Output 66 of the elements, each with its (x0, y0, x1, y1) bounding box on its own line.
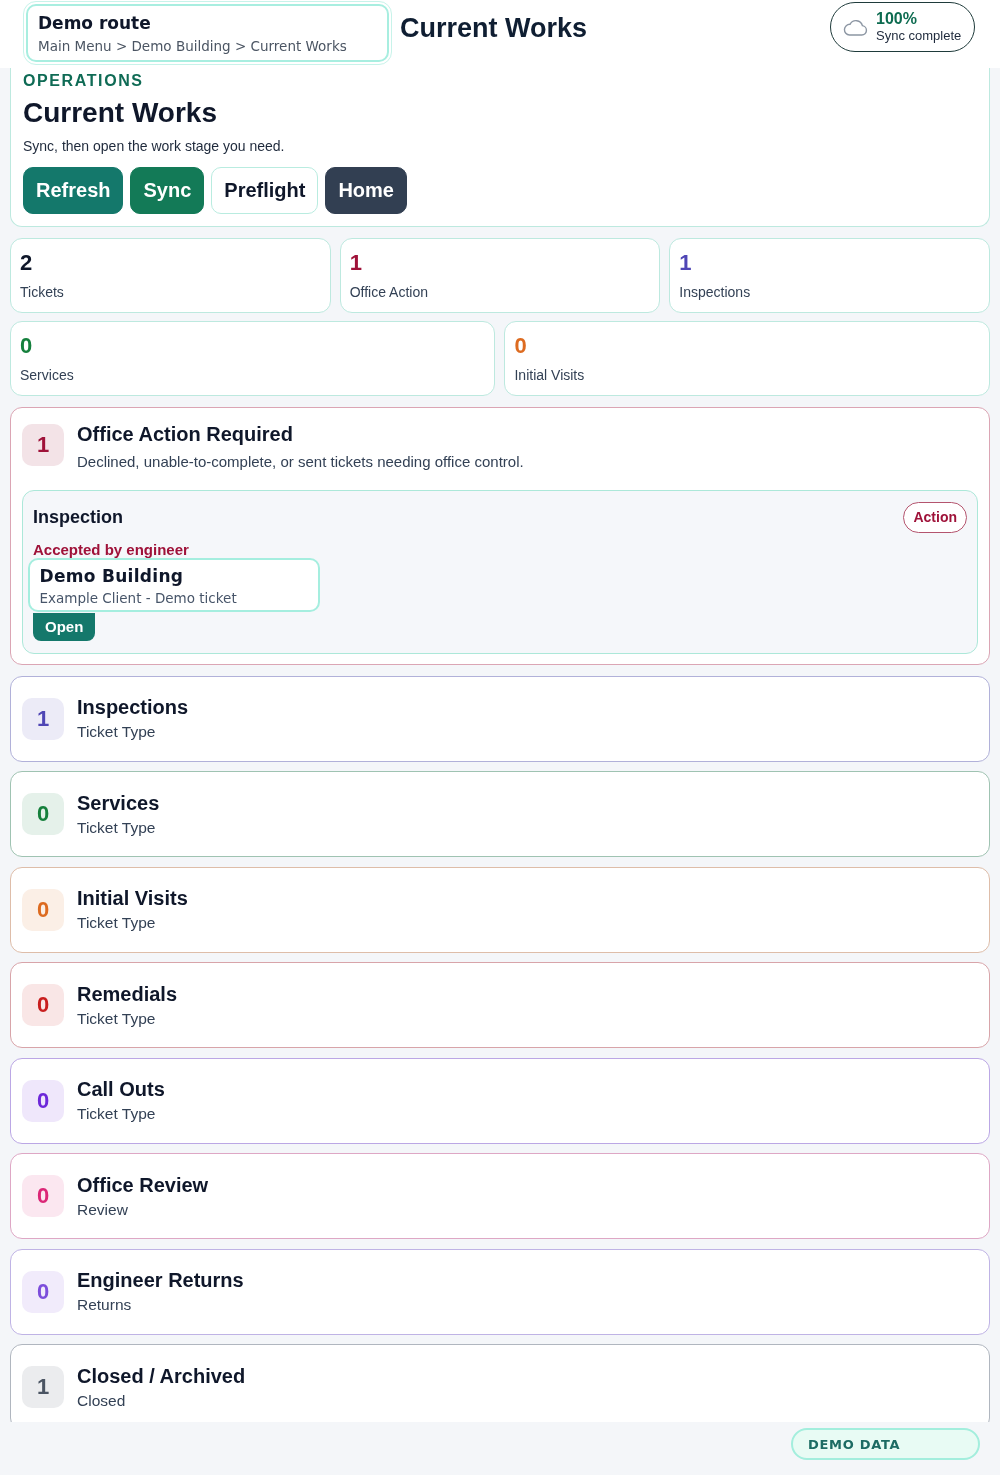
sync-percent: 100% (876, 10, 917, 28)
open-button[interactable]: Open (33, 612, 96, 641)
stage-title: Inspections (77, 695, 189, 720)
stage-subtitle: Review (77, 1199, 128, 1220)
stage-subtitle: Returns (77, 1295, 132, 1315)
count-badge: 0 (22, 984, 64, 1026)
stage-card[interactable]: 0 Engineer Returns Returns (10, 1248, 990, 1335)
sync-status-text: Sync complete (876, 28, 962, 44)
stage-subtitle: Ticket Type (77, 913, 156, 933)
popover-subtitle: Example Client - Demo ticket (39, 590, 237, 607)
stat-value: 0 (20, 333, 33, 359)
count-badge: 0 (22, 793, 64, 835)
stage-subtitle: Ticket Type (77, 722, 156, 742)
section-eyebrow: OPERATIONS (23, 72, 144, 90)
stat-value: 2 (20, 250, 33, 276)
stage-title: Closed / Archived (77, 1363, 246, 1389)
stage-card[interactable]: 0 Office Review Review (10, 1153, 990, 1239)
stage-card[interactable]: 0 Services Ticket Type (10, 771, 990, 857)
count-badge: 0 (22, 1175, 64, 1217)
stage-card[interactable]: 0 Initial Visits Ticket Type (10, 866, 990, 953)
stage-title: Call Outs (77, 1077, 165, 1102)
cloud-icon (843, 18, 868, 36)
stat-label: Office Action (349, 283, 428, 301)
stage-title: Initial Visits (77, 886, 188, 911)
action-button[interactable]: Home (325, 167, 407, 214)
count-badge: 0 (22, 888, 64, 931)
stat-label: Tickets (20, 283, 64, 301)
stage-subtitle: Ticket Type (77, 817, 156, 838)
count-badge: 1 (22, 697, 64, 740)
count-badge: 1 (22, 424, 64, 466)
action-button[interactable]: Preflight (211, 167, 319, 214)
page-heading: Current Works (23, 96, 217, 130)
stage-card[interactable]: 0 Remedials Ticket Type (10, 962, 990, 1048)
stage-title: Remedials (77, 981, 178, 1007)
stat-label: Initial Visits (514, 366, 585, 384)
ticket-type: Inspection (33, 506, 123, 528)
ticket-status: Accepted by engineer (33, 541, 189, 558)
panel-title: Office Action Required (77, 422, 293, 446)
stage-subtitle: Ticket Type (77, 1104, 156, 1124)
popover-title: Demo Building (39, 565, 184, 587)
stage-card[interactable]: 1 Inspections Ticket Type (10, 675, 990, 762)
stat-value: 0 (514, 333, 527, 359)
stat-label: Inspections (679, 283, 751, 301)
stat-label: Services (20, 366, 74, 384)
stage-subtitle: Ticket Type (77, 1008, 156, 1029)
breadcrumb-text: Main Menu > Demo Building > Current Works (38, 37, 347, 55)
stage-card[interactable]: 0 Call Outs Ticket Type (10, 1057, 990, 1144)
action-button[interactable]: Refresh (23, 167, 124, 214)
route-title: Demo route (38, 12, 151, 35)
stat-value: 1 (679, 250, 692, 276)
action-button[interactable]: Sync (130, 167, 205, 214)
demo-data-badge: DEMO DATA (791, 1428, 980, 1460)
stage-title: Services (77, 790, 160, 816)
page-title: Current Works (400, 12, 588, 45)
count-badge: 0 (22, 1079, 64, 1122)
panel-description: Declined, unable-to-complete, or sent tickets needing office control. (77, 452, 524, 472)
stage-title: Engineer Returns (77, 1268, 244, 1293)
stage-subtitle: Closed (77, 1390, 126, 1411)
count-badge: 0 (22, 1270, 64, 1313)
stage-title: Office Review (77, 1172, 209, 1198)
stat-value: 1 (349, 250, 362, 276)
count-badge: 1 (22, 1366, 64, 1408)
sync-status-pill[interactable]: 100% Sync complete (830, 2, 975, 52)
action-tag: Action (903, 501, 967, 533)
stage-card[interactable]: 1 Closed / Archived Closed (10, 1344, 990, 1422)
subtitle-text: Sync, then open the work stage you need. (23, 137, 285, 155)
